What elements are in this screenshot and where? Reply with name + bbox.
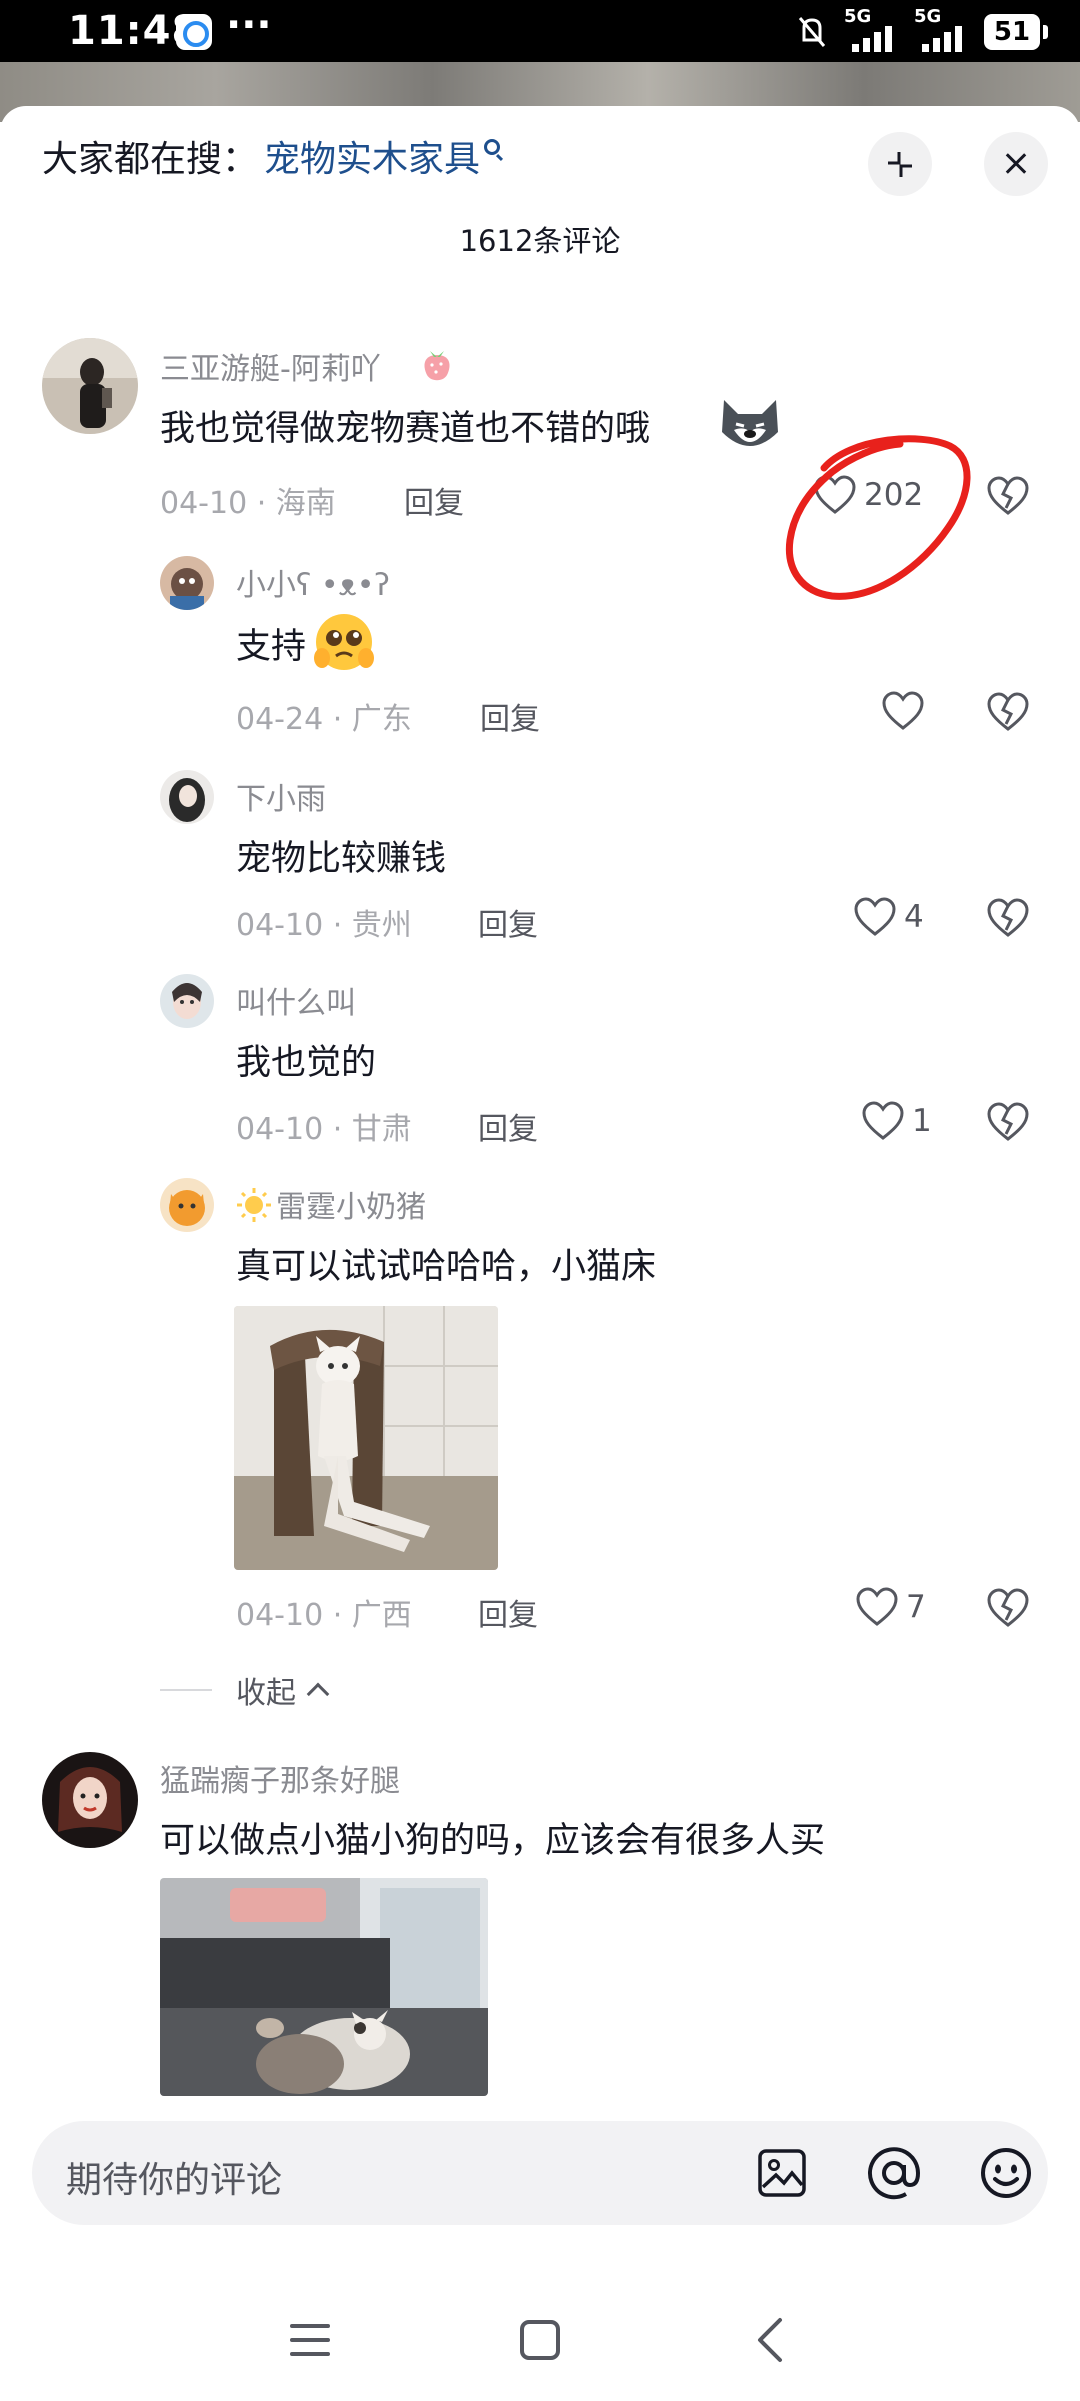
reply-username[interactable]: 叫什么叫 [236,978,356,1022]
comment-location: 海南 [275,486,336,521]
comment-date: 04-10 [160,486,248,521]
reply-location: 贵州 [351,908,412,943]
broken-heart-icon [987,1588,1029,1627]
heart-outline-icon [862,1101,904,1140]
comment-username[interactable]: 三亚游艇-阿莉吖 [160,344,381,388]
sun-emoji [236,1187,272,1231]
search-suggestion[interactable]: 大家都在搜： 宠物实木家具 [42,130,501,182]
reply-date-location: 04-10 · 贵州 [236,908,412,943]
back-chevron-icon[interactable] [752,2316,788,2368]
like-button[interactable] [880,690,932,732]
menu-icon[interactable] [288,2320,332,2364]
reply-location: 广西 [351,1598,412,1633]
more-notifications-icon: ··· [226,2,272,48]
like-count: 7 [906,1589,926,1625]
search-prefix: 大家都在搜： [42,139,259,180]
pleading-face-emoji [312,612,376,678]
reply-location: 广东 [351,702,412,737]
comment-text: 我也觉得做宠物赛道也不错的哦 [160,409,651,449]
broken-heart-icon [987,692,1029,731]
avatar[interactable] [42,338,138,434]
like-button[interactable]: 1 [860,1100,932,1142]
reply-username[interactable]: 雷霆小奶猪 [276,1190,426,1225]
avatar[interactable] [160,974,214,1028]
comment-username[interactable]: 猛踹瘸子那条好腿 [160,1756,400,1800]
reply-location: 甘肃 [351,1112,412,1147]
status-indicators: 5G 5G 51 [792,6,1048,54]
comment-count: 1612条评论 [459,224,621,258]
system-nav-bar [0,2250,1080,2401]
signal-5g-icon: 5G [844,6,902,52]
like-count: 4 [904,899,924,935]
reply-date: 04-10 [236,908,324,943]
signal-5g-icon-2: 5G [914,6,972,52]
heart-outline-icon [856,1587,898,1626]
reply-text: 真可以试试哈哈哈，小猫床 [236,1247,657,1287]
reply-button[interactable]: 回复 [478,1590,538,1634]
collapse-button[interactable] [868,132,932,196]
red-circle-annotation [785,435,971,600]
reply-button[interactable]: 回复 [478,900,538,944]
reply-username[interactable]: 下小雨 [236,774,326,818]
reply-text: 我也觉的 [236,1043,377,1083]
reply-text: 宠物比较赚钱 [236,839,447,879]
reply-text: 支持 [236,627,307,667]
broken-heart-icon [987,898,1029,937]
like-count: 1 [912,1103,932,1139]
image-icon[interactable] [754,2145,810,2205]
collapse-replies-button[interactable]: 收起 [160,1668,330,1712]
comment-date-location: 04-10 · 海南 [160,486,336,521]
app-notification-icon [176,14,212,50]
reply-date-location: 04-10 · 甘肃 [236,1112,412,1147]
like-button[interactable]: 7 [854,1586,926,1628]
chevron-up-icon [306,1682,330,1706]
cats-photo[interactable] [160,1878,488,2096]
comment-input-placeholder[interactable]: 期待你的评论 [66,2151,282,2203]
reply-date-location: 04-24 · 广东 [236,702,412,737]
dislike-button[interactable] [986,1588,1030,1632]
comment-text: 可以做点小猫小狗的吗，应该会有很多人买 [160,1821,826,1861]
search-icon [484,139,501,155]
reply-date: 04-10 [236,1112,324,1147]
reply-username[interactable]: 小小ʕ •ᴥ•ʔ [236,560,390,604]
reply-username-row[interactable]: 雷霆小奶猪 [236,1182,426,1231]
heart-outline-icon [854,897,896,936]
battery-icon: 51 [984,14,1048,50]
dislike-button[interactable] [986,692,1030,736]
like-button[interactable]: 4 [852,896,924,938]
comment-input[interactable]: 期待你的评论 [32,2121,1048,2225]
heart-outline-icon [882,691,924,730]
dislike-button[interactable] [986,1102,1030,1146]
cat-photo[interactable] [234,1306,498,1570]
reply-date: 04-24 [236,702,324,737]
collapse-label: 收起 [236,1676,296,1711]
home-square-icon[interactable] [518,2318,562,2366]
avatar[interactable] [160,556,214,610]
emoji-icon[interactable] [978,2145,1034,2205]
status-bar: 11:48 ··· 5G 5G 51 [0,0,1080,62]
avatar[interactable] [42,1752,138,1848]
shrink-icon [888,152,912,177]
search-term-link[interactable]: 宠物实木家具 [264,130,480,182]
reply-button[interactable]: 回复 [478,1104,538,1148]
at-mention-icon[interactable] [866,2145,922,2205]
broken-heart-icon [987,476,1029,515]
avatar[interactable] [160,770,214,824]
reply-date: 04-10 [236,1598,324,1633]
divider [160,1689,212,1691]
dislike-button[interactable] [986,898,1030,942]
husky-emoji [716,396,784,462]
strawberry-emoji [418,345,456,389]
broken-heart-icon [987,1102,1029,1141]
avatar[interactable] [160,1178,214,1232]
reply-button[interactable]: 回复 [480,694,540,738]
close-button[interactable] [984,132,1048,196]
mute-icon [798,17,826,47]
dislike-button[interactable] [986,476,1030,520]
reply-button[interactable]: 回复 [404,478,464,522]
reply-date-location: 04-10 · 广西 [236,1598,412,1633]
